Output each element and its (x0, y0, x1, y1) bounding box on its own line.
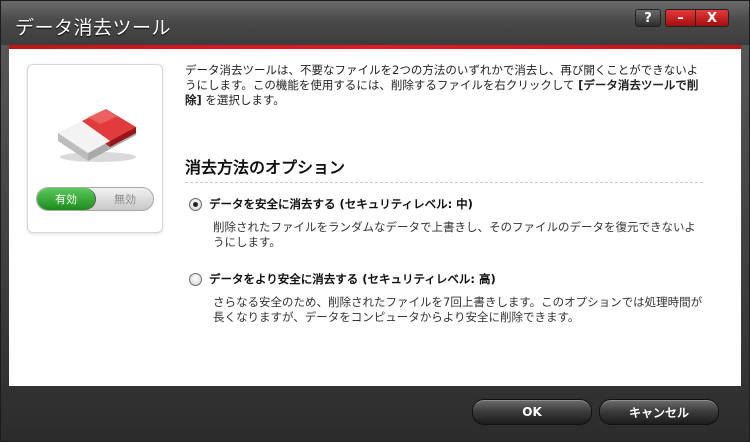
window-title: データ消去ツール (15, 17, 172, 39)
feature-toggle[interactable]: 有効 無効 (36, 187, 154, 211)
option-label[interactable]: データを安全に消去する (セキュリティレベル: 中) (209, 196, 473, 212)
close-button[interactable]: X (695, 9, 729, 27)
option-description: 削除されたファイルをランダムなデータで上書きし、そのファイルのデータを復元できな… (213, 220, 696, 249)
data-shredder-dialog: データ消去ツール ? – X 有効 無効 データ消去ツールは、不要なファイルを2… (0, 0, 750, 442)
section-title: 消去方法のオプション (185, 158, 346, 177)
toggle-enabled-option[interactable]: 有効 (37, 188, 96, 210)
cancel-button[interactable]: キャンセル (599, 399, 719, 425)
section-divider (185, 182, 703, 183)
title-bar[interactable]: データ消去ツール ? – X (1, 1, 749, 45)
dialog-content: 有効 無効 データ消去ツールは、不要なファイルを2つの方法のいずれかで消去し、再… (9, 49, 741, 386)
option-label[interactable]: データをより安全に消去する (セキュリティレベル: 高) (209, 271, 496, 287)
option-description: さらなる安全のため、削除されたファイルを7回上書きします。このオプションでは処理… (213, 295, 703, 324)
eraser-icon (48, 87, 144, 167)
help-button[interactable]: ? (635, 9, 661, 27)
dialog-footer: OK キャンセル (9, 386, 741, 436)
description-text-2: を選択します。 (201, 93, 285, 107)
feature-description: データ消去ツールは、不要なファイルを2つの方法のいずれかで消去し、再び開くことが… (185, 63, 705, 108)
radio-secure-erase[interactable] (189, 198, 202, 211)
minimize-button[interactable]: – (665, 9, 695, 27)
ok-button[interactable]: OK (472, 399, 592, 425)
radio-more-secure-erase[interactable] (189, 273, 202, 286)
toggle-disabled-option[interactable]: 無効 (97, 188, 153, 210)
feature-panel: 有効 無効 (27, 64, 163, 233)
